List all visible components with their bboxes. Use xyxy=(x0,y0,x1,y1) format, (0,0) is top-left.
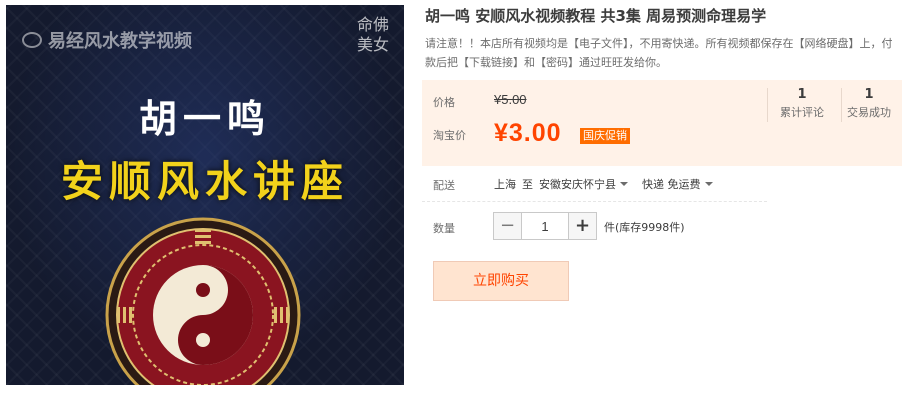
deal-count: 1 xyxy=(864,87,874,102)
original-price: ¥5.00 xyxy=(494,92,527,107)
image-watermark: 易经风水教学视频 xyxy=(22,27,192,53)
product-title: 胡一鸣 安顺风水视频教程 共3集 周易预测命理易学 xyxy=(425,7,767,25)
shipping-label: 配送 xyxy=(433,179,455,192)
stats-divider xyxy=(767,88,768,122)
increase-button[interactable]: + xyxy=(568,212,597,240)
price-panel: 价格 ¥5.00 淘宝价 ¥3.00 国庆促销 1 累计评论 1 交易成功 xyxy=(422,80,902,166)
promo-badge: 国庆促销 xyxy=(580,128,630,144)
shipping-method-text: 快递 免运费 xyxy=(642,178,701,191)
stock-info: 件(库存9998件) xyxy=(604,221,685,234)
review-count: 1 xyxy=(797,87,807,102)
review-count-stat[interactable]: 1 累计评论 xyxy=(770,86,834,120)
review-count-label: 累计评论 xyxy=(780,106,824,119)
ship-from: 上海 xyxy=(494,178,516,191)
divider xyxy=(422,201,767,203)
shipping-method-select[interactable]: 快递 免运费 xyxy=(642,176,713,192)
chevron-down-icon xyxy=(704,182,713,186)
buy-now-button[interactable]: 立即购买 xyxy=(433,261,569,301)
chevron-down-icon xyxy=(620,182,628,186)
taobao-price-label: 淘宝价 xyxy=(433,129,466,142)
watermark-text: 易经风水教学视频 xyxy=(48,31,192,52)
quantity-stepper: − + xyxy=(493,212,597,240)
image-subtitle: 安顺风水讲座 xyxy=(60,157,349,206)
current-price: ¥3.00 xyxy=(494,119,562,147)
product-image: 易经风水教学视频 命佛 美女 胡一鸣 安顺风水讲座 xyxy=(6,5,404,385)
price-label: 价格 xyxy=(433,96,455,109)
image-title: 胡一鸣 xyxy=(138,96,271,141)
deal-count-label: 交易成功 xyxy=(847,106,891,119)
shipping-info: 上海 至 安徽安庆怀宁县 快递 免运费 xyxy=(494,176,713,192)
decrease-button[interactable]: − xyxy=(493,212,522,240)
shop-notice: 请注意！！本店所有视频均是【电子文件】，不用寄快递。所有视频都保存在【网络硬盘】… xyxy=(425,37,893,69)
eye-icon xyxy=(22,32,42,48)
deal-count-stat[interactable]: 1 交易成功 xyxy=(837,86,901,120)
quantity-input[interactable] xyxy=(522,212,568,240)
destination-text: 安徽安庆怀宁县 xyxy=(539,178,616,191)
seal-logo: 命佛 美女 xyxy=(356,15,389,54)
yin-yang-bagua-icon xyxy=(105,217,301,385)
quantity-label: 数量 xyxy=(433,222,455,235)
ship-to-word: 至 xyxy=(522,178,533,191)
destination-select[interactable]: 安徽安庆怀宁县 xyxy=(539,176,628,192)
